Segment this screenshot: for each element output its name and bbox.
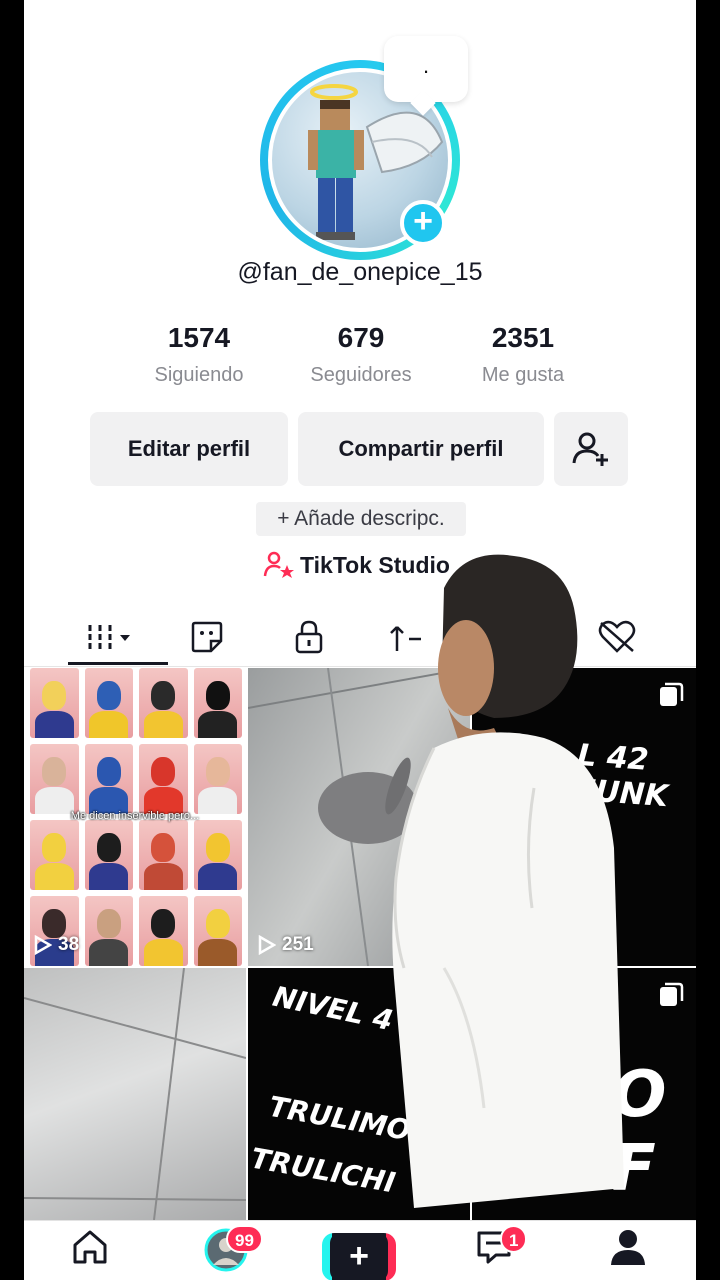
stat-followers-label: Seguidores [310,364,412,386]
view-count: 38 [34,934,79,956]
tab-private[interactable] [284,612,334,662]
multi-photo-icon [660,682,684,706]
video-thumbnail[interactable] [24,968,246,1220]
username: @fan_de_onepice_15 [237,258,483,286]
nav-inbox[interactable]: 1 [464,1225,528,1277]
stat-followers-value: 679 [337,322,385,353]
video-caption-overlay: Me dicen inservible pero... [70,810,200,822]
tab-reposts[interactable] [182,612,232,662]
stat-likes[interactable]: 2351 Me gusta [442,320,604,400]
plus-icon: + [330,1233,388,1280]
nav-profile[interactable] [598,1227,658,1277]
view-count: 251 [258,934,314,956]
tab-active-indicator [68,662,168,665]
stat-following[interactable]: 1574 Siguiendo [118,320,280,400]
view-count-value: 38 [58,934,80,955]
stat-likes-label: Me gusta [481,364,565,386]
share-profile-button[interactable]: Compartir perfil [298,412,544,486]
add-story-plus-icon[interactable]: + [400,200,446,246]
view-count-value: 251 [282,934,314,955]
repost-sticker-icon [191,621,223,653]
friends-badge: 99 [226,1225,263,1253]
edit-profile-button[interactable]: Editar perfil [90,412,288,486]
add-description-button[interactable]: + Añade descripc. [256,502,466,536]
profile-icon [611,1230,645,1265]
nav-friends[interactable]: 99 [196,1225,263,1277]
multi-photo-icon [660,982,684,1006]
note-bubble[interactable]: . [384,36,468,102]
profile-stats: 1574 Siguiendo 679 Seguidores 2351 Me gu… [118,320,604,400]
inbox-badge: 1 [500,1225,528,1253]
stat-following-value: 1574 [167,322,231,353]
profile-screen: + . @fan_de_onepice_15 1574 Siguiendo 67… [24,0,696,1280]
bottom-nav: 99 + 1 [24,1220,696,1280]
add-user-icon [572,432,608,466]
tab-videos[interactable] [82,612,142,662]
nav-home[interactable] [60,1227,120,1277]
stat-followers[interactable]: 679 Seguidores [280,320,442,400]
person-overlay-image [392,554,624,1208]
creator-star-icon [263,551,294,578]
play-icon [34,935,52,955]
add-friends-button[interactable] [554,412,628,486]
note-bubble-text: . [422,53,430,78]
stat-following-label: Siguiendo [154,364,244,386]
video-thumbnail[interactable]: Me dicen inservible pero... 38 [24,668,246,966]
stat-likes-value: 2351 [491,322,555,353]
tile-floor-image [24,968,246,1220]
lock-icon [295,620,323,654]
videos-grid-icon [88,625,130,649]
create-button[interactable]: + [322,1233,396,1280]
play-icon [258,935,276,955]
home-icon [73,1230,107,1264]
